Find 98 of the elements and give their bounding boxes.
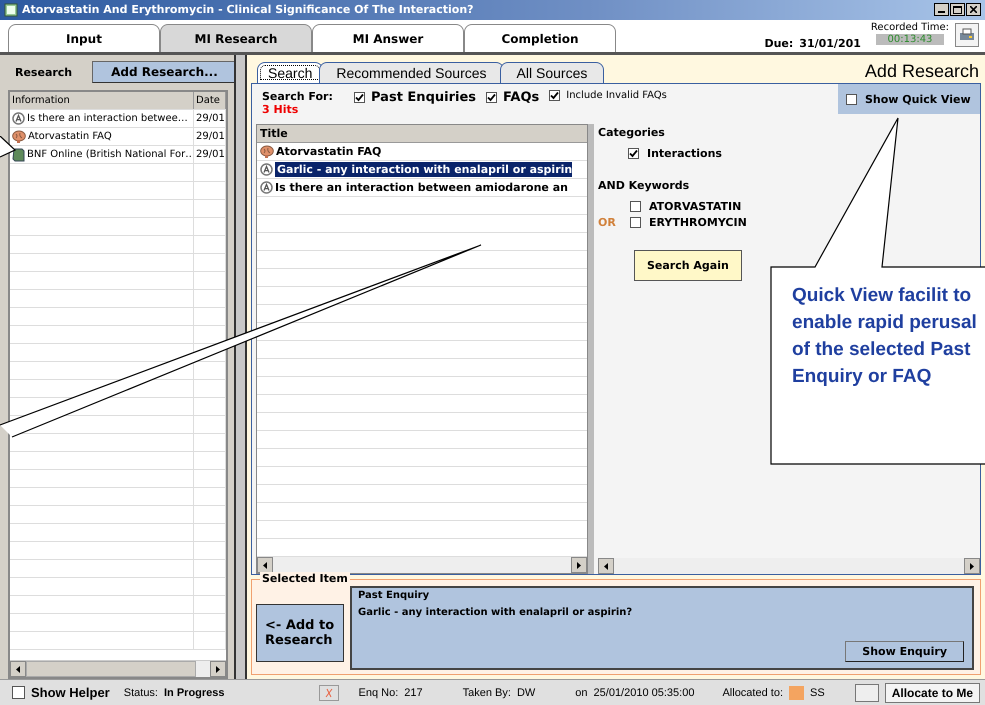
brain-icon [260,145,274,158]
right-arrow-icon [216,666,220,673]
maximize-button[interactable] [950,3,965,16]
status-value: In Progress [164,686,225,699]
hits-count: 3 Hits [262,103,300,116]
status-label: Status: [124,686,158,699]
checkbox[interactable] [628,148,639,159]
research-title[interactable]: BNF Online (British National For… [27,149,193,160]
result-title[interactable]: Is there an interaction between amiodarone an [275,181,568,194]
checkbox[interactable] [354,92,365,104]
connector-label: OR [598,216,616,229]
due-date: 31/01/201 [799,37,861,50]
minimize-button[interactable] [934,3,949,16]
checkbox[interactable] [12,686,25,700]
item-text: Garlic - any interaction with enalapril or aspirin? [358,607,634,618]
scrollbar-thumb[interactable] [26,661,196,678]
tab[interactable]: MI Research [160,24,312,52]
callout-text: Quick View facilit to enable rapid perusal of the selected Past Enquiry or FAQ [792,284,978,389]
input-field[interactable] [854,684,879,702]
close-button[interactable] [966,3,981,16]
maximize-icon [953,6,962,14]
checkbox[interactable] [846,94,857,105]
column-header[interactable]: Title [257,125,587,144]
keyword-label: ATORVASTATIN [649,200,742,213]
table-cell: 29/01 [194,110,226,128]
category-label: Interactions [647,146,722,160]
checkbox[interactable] [630,200,641,212]
tab[interactable]: MI Answer [312,24,464,52]
option-label: Include Invalid FAQs [566,90,667,102]
notepad-icon [4,2,18,18]
date-value: 25/01/2010 05:35:00 [594,686,694,699]
show-enquiry-button[interactable]: Show Enquiry [845,641,964,662]
due-label: Due: [764,37,794,50]
left-arrow-icon [262,562,267,569]
tab[interactable]: All Sources [500,62,604,84]
tab[interactable]: Completion [464,24,616,52]
scroll-right-button[interactable] [571,557,587,574]
right-arrow-icon [577,562,582,569]
recorded-time-label: Recorded Time: [870,22,949,33]
letter-a-circle-icon [260,181,273,194]
scroll-left-button[interactable] [10,661,26,678]
add-to-research-button[interactable]: <- Add to Research [256,604,344,662]
cancel-button[interactable] [318,684,339,701]
column-header[interactable]: Date [194,92,226,110]
table-cell: 29/01 [194,128,226,146]
add-research-button[interactable]: Add Research... [92,61,237,84]
search-again-button[interactable]: Search Again [634,250,742,282]
section-heading: Categories [598,126,666,140]
recorded-time: 00:13:43 [876,34,944,45]
splitter-bar[interactable] [234,55,247,680]
right-arrow-icon [970,562,974,570]
column-header[interactable]: Information [10,92,194,110]
date-label: on [575,686,588,699]
enq-no-label: Enq No: [358,686,398,699]
print-button[interactable] [955,22,979,47]
search-for-label: Search For: [262,90,334,104]
result-title[interactable]: Atorvastatin FAQ [276,145,382,158]
option-label: Past Enquiries [371,90,476,106]
group-legend: Selected Item [260,572,350,586]
scroll-left-button[interactable] [598,558,614,574]
brain-icon [12,130,26,144]
scroll-right-button[interactable] [964,558,980,574]
color-swatch [789,686,804,700]
keyword-label: ERYTHROMYCIN [649,216,747,229]
taken-by: DW [516,686,536,699]
window-title: Atorvastatin And Erythromycin - Clinical Significance Of The Interaction? [22,3,475,16]
show-helper-label: Show Helper [31,685,110,700]
left-arrow-icon [16,666,20,673]
section-heading: AND Keywords [598,179,690,192]
item-type: Past Enquiry [358,590,430,602]
tab[interactable]: Recommended Sources [319,62,504,84]
cross-icon [324,688,334,698]
checkbox[interactable] [549,90,560,102]
panel-heading: Add Research [864,60,980,82]
scroll-left-button[interactable] [257,557,273,574]
result-title[interactable]: Garlic - any interaction with enalapril or aspirin [275,162,572,178]
printer-icon [959,28,975,42]
letter-a-circle-icon [12,112,25,126]
research-label: Research [14,66,72,79]
enq-no: 217 [404,686,423,699]
tab[interactable]: Search [257,62,324,84]
research-title[interactable]: Atorvastatin FAQ [28,131,112,142]
tab[interactable]: Input [8,24,160,52]
letter-a-circle-icon [260,163,273,176]
left-arrow-icon [604,562,608,570]
research-title[interactable]: Is there an interaction betwee… [27,113,188,124]
book-icon [12,148,25,162]
taken-by-label: Taken By: [462,686,511,699]
option-label: Show Quick View [865,92,971,106]
close-icon [970,6,977,14]
scroll-right-button[interactable] [210,661,226,678]
allocate-button[interactable]: Allocate to Me [884,682,980,703]
checkbox[interactable] [486,92,498,104]
table-cell: 29/01 [194,146,226,164]
checkbox[interactable] [630,216,641,228]
allocated-to: SS [810,686,825,699]
allocated-label: Allocated to: [722,686,784,699]
option-label: FAQs [503,90,540,106]
